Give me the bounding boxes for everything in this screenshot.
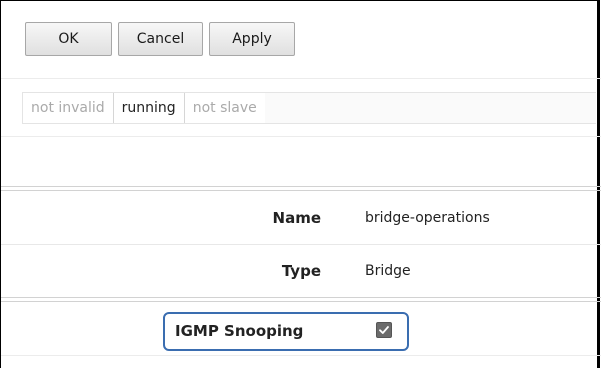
type-value: Bridge bbox=[365, 263, 411, 279]
cancel-button[interactable]: Cancel bbox=[118, 22, 203, 56]
divider bbox=[1, 78, 601, 79]
igmp-snooping-checkbox[interactable] bbox=[376, 322, 392, 338]
status-bar: not invalid running not slave bbox=[22, 92, 596, 124]
checkmark-icon bbox=[379, 326, 389, 334]
row-divider bbox=[1, 244, 601, 245]
section-divider bbox=[1, 190, 601, 191]
section-divider bbox=[1, 186, 601, 187]
status-not-invalid: not invalid bbox=[23, 93, 114, 123]
status-not-slave: not slave bbox=[192, 100, 257, 116]
igmp-snooping-label: IGMP Snooping bbox=[175, 322, 304, 340]
ok-button[interactable]: OK bbox=[25, 22, 112, 56]
name-label: Name bbox=[272, 209, 321, 227]
apply-button[interactable]: Apply bbox=[209, 22, 295, 56]
section-divider bbox=[1, 301, 601, 302]
section-divider bbox=[1, 297, 601, 298]
status-running: running bbox=[114, 93, 185, 123]
name-value[interactable]: bridge-operations bbox=[365, 210, 490, 226]
status-filler bbox=[264, 93, 596, 123]
divider bbox=[1, 136, 601, 137]
type-label: Type bbox=[281, 262, 321, 280]
divider bbox=[1, 355, 601, 356]
